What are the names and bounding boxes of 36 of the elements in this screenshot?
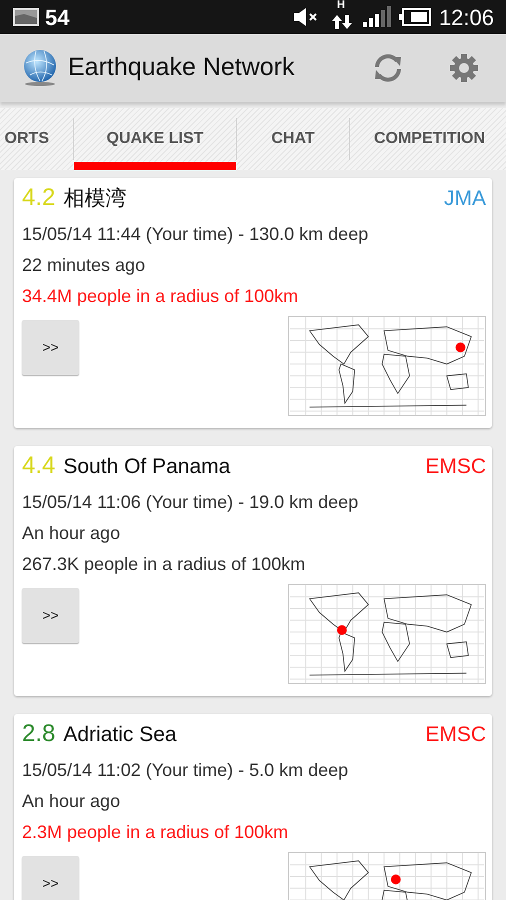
tab[interactable]: QUAKE LIST [74, 108, 236, 170]
place-name: 相模湾 [63, 186, 126, 212]
time-ago: 22 minutes ago [22, 254, 146, 277]
network-type: H [336, 0, 345, 11]
magnitude: 4.2 [22, 183, 56, 213]
details-button[interactable]: >> [22, 588, 79, 643]
tab[interactable]: COMPETITION [350, 108, 506, 170]
clock-time: 12:06 [438, 4, 494, 32]
place-name: Adriatic Sea [63, 722, 177, 748]
image-notification-icon [12, 7, 40, 27]
globe-icon [22, 49, 58, 87]
details-button[interactable]: >> [22, 856, 79, 900]
magnitude: 2.8 [22, 719, 56, 749]
details-button[interactable]: >> [22, 320, 79, 375]
tab[interactable]: CHAT [237, 108, 349, 170]
data-arrows-icon [330, 13, 353, 31]
time-ago: An hour ago [22, 522, 122, 545]
source-agency: EMSC [425, 722, 486, 748]
population-text: 2.3M people in a radius of 100km [22, 821, 290, 844]
signal-icon [362, 6, 391, 28]
quake-time: 15/05/14 11:06 (Your time) - 19.0 km deep [22, 491, 360, 514]
refresh-icon [372, 52, 404, 84]
time-ago: An hour ago [22, 790, 122, 813]
place-name: South Of Panama [63, 454, 230, 480]
quake-time: 15/05/14 11:44 (Your time) - 130.0 km deep [22, 223, 370, 246]
tab[interactable]: ORTS [0, 108, 73, 170]
population-text: 34.4M people in a radius of 100km [22, 285, 300, 308]
settings-icon [449, 53, 479, 83]
battery-icon [398, 8, 431, 26]
population-text: 267.3K people in a radius of 100km [22, 553, 306, 576]
quake-time: 15/05/14 11:02 (Your time) - 5.0 km deep [22, 759, 350, 782]
source-agency: EMSC [425, 454, 486, 480]
app-title: Earthquake Network [68, 52, 295, 84]
notification-count: 54 [45, 4, 70, 32]
magnitude: 4.4 [22, 451, 56, 481]
source-agency: JMA [444, 186, 486, 212]
